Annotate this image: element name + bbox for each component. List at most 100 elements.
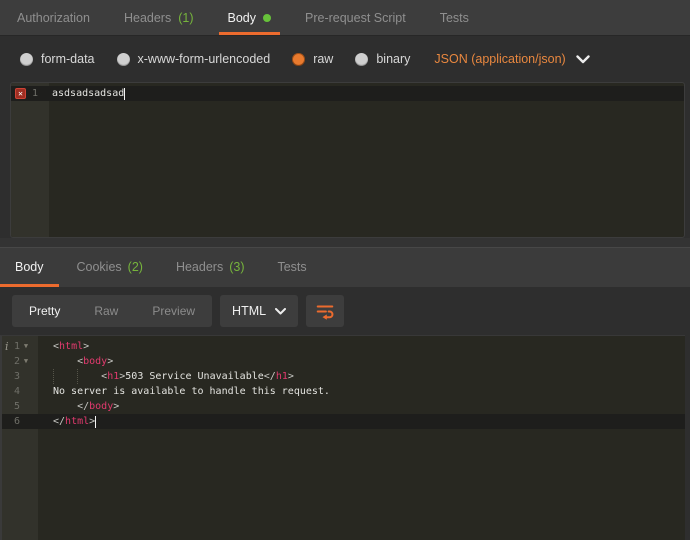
text-cursor (124, 88, 125, 100)
gutter (11, 101, 49, 237)
code-token: body (83, 354, 107, 369)
tab-label: Body (15, 260, 44, 274)
code-content: No server is available to handle this re… (38, 384, 685, 399)
request-body-editor[interactable]: ✕1asdsadsadsad (10, 82, 685, 238)
line-number: 1 (32, 86, 38, 101)
code-content: asdsadsadsad (49, 86, 684, 101)
radio-x-www-form-urlencoded[interactable]: x-www-form-urlencoded (117, 52, 271, 66)
response-tab-cookies[interactable]: Cookies (2) (62, 247, 158, 287)
language-dropdown[interactable]: HTML (220, 295, 298, 327)
view-mode-preview[interactable]: Preview (135, 295, 212, 327)
radio-label: x-www-form-urlencoded (138, 52, 271, 66)
code-line[interactable]: ✕1asdsadsadsad (11, 86, 684, 101)
radio-circle-icon (292, 53, 305, 66)
response-body-viewer[interactable]: i1▼<html>2▼ <body>3 <h1>503 Service Unav… (0, 335, 685, 540)
code-content: </html> (38, 414, 685, 429)
gutter-cell: 3 (2, 369, 38, 384)
language-label: HTML (232, 304, 266, 318)
response-tab-body[interactable]: Body (0, 247, 59, 287)
tab-label: Authorization (17, 11, 90, 25)
unsaved-dot-icon (263, 14, 271, 22)
code-token: > (83, 339, 89, 354)
radio-label: raw (313, 52, 333, 66)
error-icon: ✕ (15, 88, 26, 99)
response-tab-headers[interactable]: Headers (3) (161, 247, 260, 287)
editor-empty-area (2, 429, 685, 540)
code-line[interactable]: 5 </body> (2, 399, 685, 414)
code-content: <body> (38, 354, 685, 369)
code-token (53, 399, 77, 414)
response-section-tabs: Body Cookies (2) Headers (3) Tests (0, 247, 690, 287)
code-token: > (113, 399, 119, 414)
tab-count-badge: (2) (128, 260, 143, 274)
radio-circle-icon (355, 53, 368, 66)
tab-label: Pre-request Script (305, 11, 406, 25)
pane-divider[interactable] (0, 238, 690, 247)
tab-label: Cookies (77, 260, 122, 274)
line-number: 4 (12, 384, 20, 399)
line-number: 2 (12, 354, 20, 369)
code-token: h1 (276, 369, 288, 384)
code-token (53, 354, 77, 369)
tab-authorization[interactable]: Authorization (2, 0, 105, 35)
code-content: </body> (38, 399, 685, 414)
fold-arrow-icon[interactable]: ▼ (20, 354, 32, 369)
view-mode-group: PrettyRawPreview (12, 295, 212, 327)
info-icon: i (5, 339, 12, 354)
line-number: 6 (12, 414, 20, 429)
tab-label: Headers (176, 260, 223, 274)
content-type-dropdown[interactable]: JSON (application/json) (434, 52, 589, 66)
tab-headers[interactable]: Headers (1) (109, 0, 209, 35)
code-line[interactable]: 3 <h1>503 Service Unavailable</h1> (2, 369, 685, 384)
view-mode-raw[interactable]: Raw (77, 295, 135, 327)
code-token: > (288, 369, 294, 384)
code-line[interactable]: i1▼<html> (2, 339, 685, 354)
tab-count-badge: (1) (178, 11, 193, 25)
code-content: <h1>503 Service Unavailable</h1> (38, 369, 685, 384)
response-tab-tests[interactable]: Tests (262, 247, 321, 287)
radio-form-data[interactable]: form-data (20, 52, 95, 66)
radio-label: binary (376, 52, 410, 66)
code-token: body (89, 399, 113, 414)
code-token: html (59, 339, 83, 354)
gutter-cell: ✕1 (11, 86, 49, 101)
tab-label: Headers (124, 11, 171, 25)
code-line[interactable]: 4 No server is available to handle this r… (2, 384, 685, 399)
view-mode-pretty[interactable]: Pretty (12, 295, 77, 327)
line-number: 1 (12, 339, 20, 354)
tab-tests[interactable]: Tests (425, 0, 484, 35)
code-token: html (65, 414, 89, 429)
code-content: <html> (38, 339, 685, 354)
body-type-bar: form-datax-www-form-urlencodedrawbinary … (0, 36, 690, 82)
radio-label: form-data (41, 52, 95, 66)
code-token: > (107, 354, 113, 369)
wrap-text-button[interactable] (306, 295, 344, 327)
radio-binary[interactable]: binary (355, 52, 410, 66)
tab-body[interactable]: Body (213, 0, 287, 35)
code-token: No server is available to handle this re… (53, 384, 330, 399)
tab-label: Body (228, 11, 257, 25)
radio-circle-icon (117, 53, 130, 66)
tab-label: Tests (440, 11, 469, 25)
gutter-cell: i1▼ (2, 339, 38, 354)
radio-raw[interactable]: raw (292, 52, 333, 66)
code-token: </ (53, 414, 65, 429)
tab-pre-request-script[interactable]: Pre-request Script (290, 0, 421, 35)
line-number: 3 (12, 369, 20, 384)
code-line[interactable]: 6 </html> (2, 414, 685, 429)
code-area (49, 101, 684, 237)
gutter (2, 429, 38, 540)
code-line[interactable]: 2▼ <body> (2, 354, 685, 369)
request-tabs-bar: Authorization Headers (1) Body Pre-request S… (0, 0, 690, 36)
text-cursor (95, 416, 96, 428)
code-token: 503 Service Unavailable (125, 369, 263, 384)
code-token: h1 (107, 369, 119, 384)
tab-count-badge: (3) (229, 260, 244, 274)
gutter-cell: 4 (2, 384, 38, 399)
code-token: </ (264, 369, 276, 384)
tab-label: Tests (277, 260, 306, 274)
indent-guide (77, 369, 78, 384)
fold-arrow-icon[interactable]: ▼ (20, 339, 32, 354)
gutter-cell: 2▼ (2, 354, 38, 369)
content-type-label: JSON (application/json) (434, 52, 565, 66)
